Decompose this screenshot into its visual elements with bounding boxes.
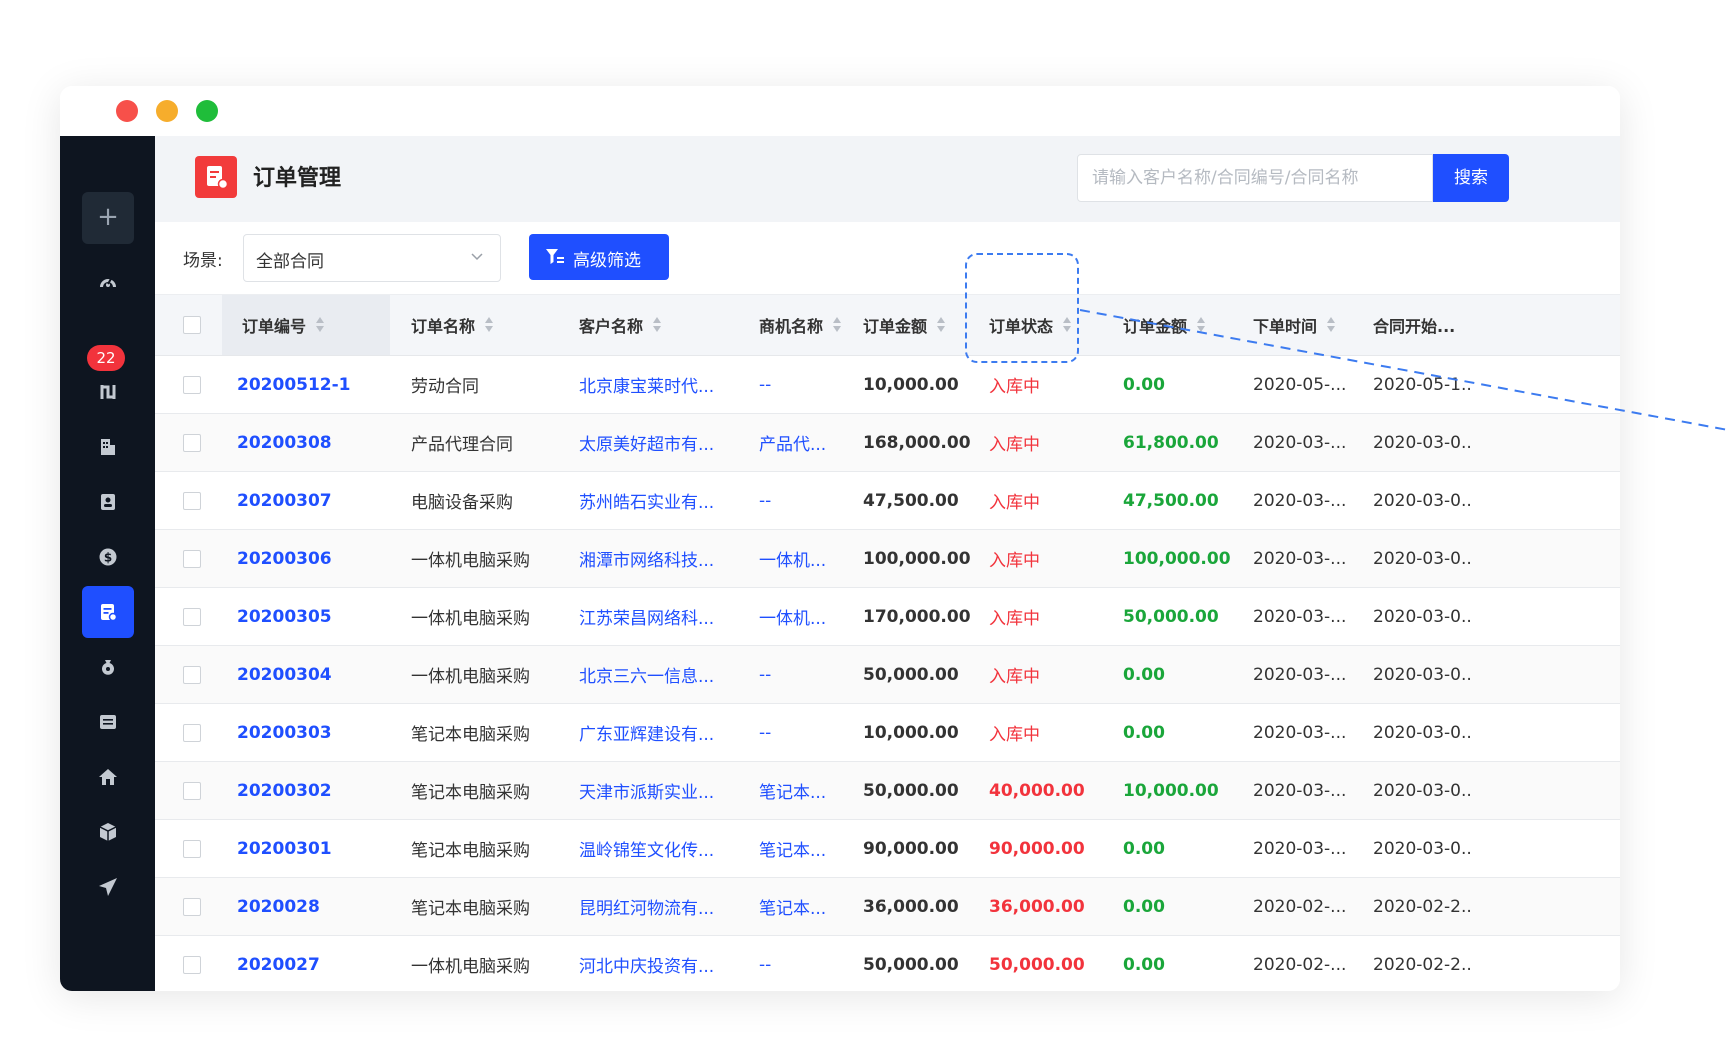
highlight-connector-line [1079, 309, 1728, 431]
